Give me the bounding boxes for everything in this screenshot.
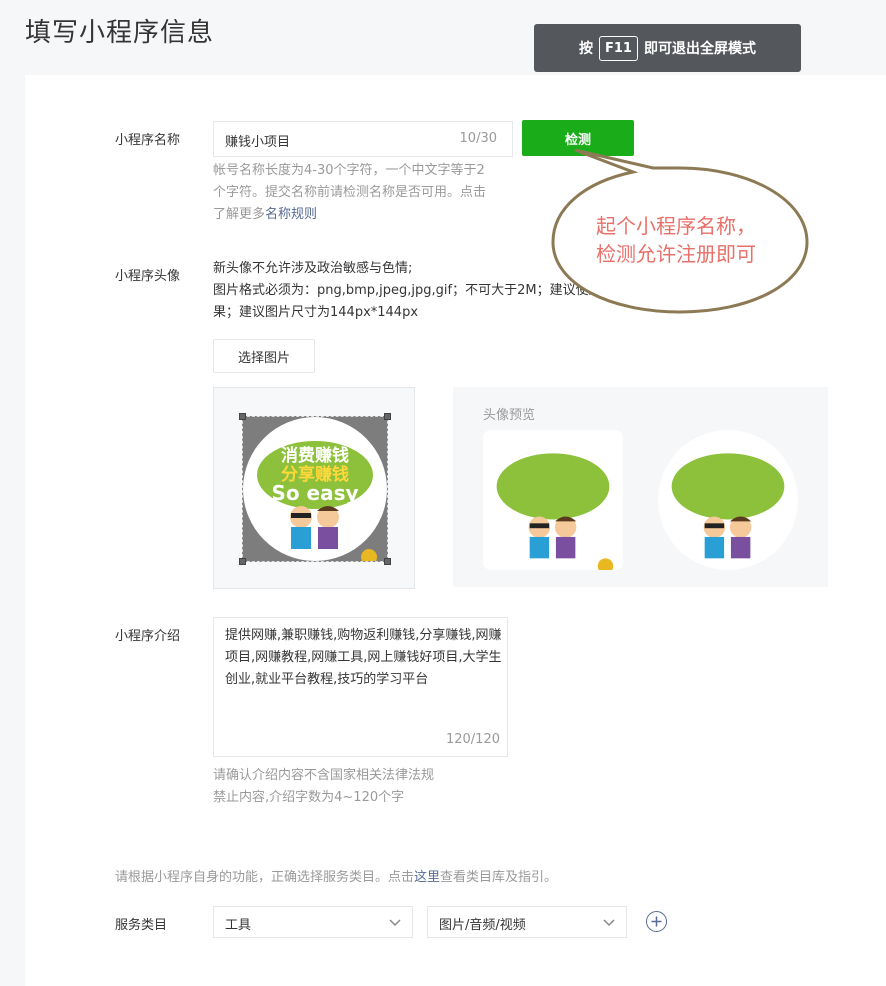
image-text-1: 消费赚钱 [281,445,349,466]
avatar-crop-box: 消费赚钱 分享赚钱 So easy [213,387,415,589]
circle-preview [658,430,798,570]
plus-circle-icon[interactable] [646,911,667,932]
name-hint-line3: 了解更多 [213,207,266,222]
crop-area[interactable]: 消费赚钱 分享赚钱 So easy [239,413,391,565]
category-hint-prefix: 请根据小程序自身的功能，正确选择服务类目。点击 [115,870,415,885]
category-hint: 请根据小程序自身的功能，正确选择服务类目。点击这里查看类目库及指引。 [115,866,557,885]
intro-text: 提供网赚,兼职赚钱,购物返利赚钱,分享赚钱,网赚项目,网赚教程,网赚工具,网上赚… [225,628,502,687]
name-rules-link[interactable]: 名称规则 [265,207,317,222]
fullscreen-tip: 按 F11 即可退出全屏模式 [534,24,801,72]
secondary-category-select[interactable]: 图片/音频/视频 [427,906,627,938]
intro-textarea[interactable]: 提供网赚,兼职赚钱,购物返利赚钱,分享赚钱,网赚项目,网赚教程,网赚工具,网上赚… [213,617,508,757]
crop-handle-br[interactable] [384,558,391,565]
name-input[interactable]: 赚钱小项目 10/30 [213,121,513,157]
primary-category-select[interactable]: 工具 [213,906,413,938]
page-title: 填写小程序信息 [25,18,215,48]
intro-char-count: 120/120 [445,732,500,747]
category-hint-suffix: 查看类目库及指引。 [440,870,558,885]
intro-hint: 请确认介绍内容不含国家相关法律法规 禁止内容,介绍字数为4~120个字 [213,765,434,809]
tip-prefix: 按 [579,41,593,57]
category-guide-link[interactable]: 这里 [414,870,440,885]
bubble-text: 起个小程序名称， 检测允许注册即可 [596,212,756,268]
chevron-down-icon [389,919,401,927]
bubble-line2: 检测允许注册即可 [596,242,756,266]
tip-suffix: 即可退出全屏模式 [643,41,756,57]
square-preview [483,430,623,570]
bubble-line1: 起个小程序名称， [596,214,756,238]
crop-handle-tr[interactable] [384,413,391,420]
preview-title: 头像预览 [483,408,536,423]
crop-handle-tl[interactable] [239,413,246,420]
category-label: 服务类目 [115,918,168,933]
f11-key: F11 [599,35,638,61]
square-preview-image [487,447,614,570]
avatar-image: 消费赚钱 分享赚钱 So easy [243,417,387,565]
name-label: 小程序名称 [115,133,181,148]
name-input-value: 赚钱小项目 [225,135,291,150]
avatar-preview: 头像预览 [453,387,828,587]
circle-preview-image [662,447,785,559]
intro-hint-line2: 禁止内容,介绍字数为4~120个字 [213,790,405,805]
image-text-3: So easy [271,481,358,505]
name-hint-line1: 帐号名称长度为4-30个字符，一个中文字等于2 [213,163,485,178]
crop-handle-bl[interactable] [239,558,246,565]
intro-label: 小程序介绍 [115,629,181,644]
avatar-label: 小程序头像 [115,269,181,284]
primary-category-value: 工具 [225,918,252,933]
chevron-down-icon [603,919,615,927]
intro-hint-line1: 请确认介绍内容不含国家相关法律法规 [213,768,435,783]
secondary-category-value: 图片/音频/视频 [439,918,526,933]
name-hint: 帐号名称长度为4-30个字符，一个中文字等于2 个字符。提交名称前请检测名称是否… [213,160,513,226]
name-hint-line2: 个字符。提交名称前请检测名称是否可用。点击 [213,185,487,200]
choose-image-button[interactable]: 选择图片 [213,339,315,373]
name-char-count: 10/30 [459,131,497,146]
